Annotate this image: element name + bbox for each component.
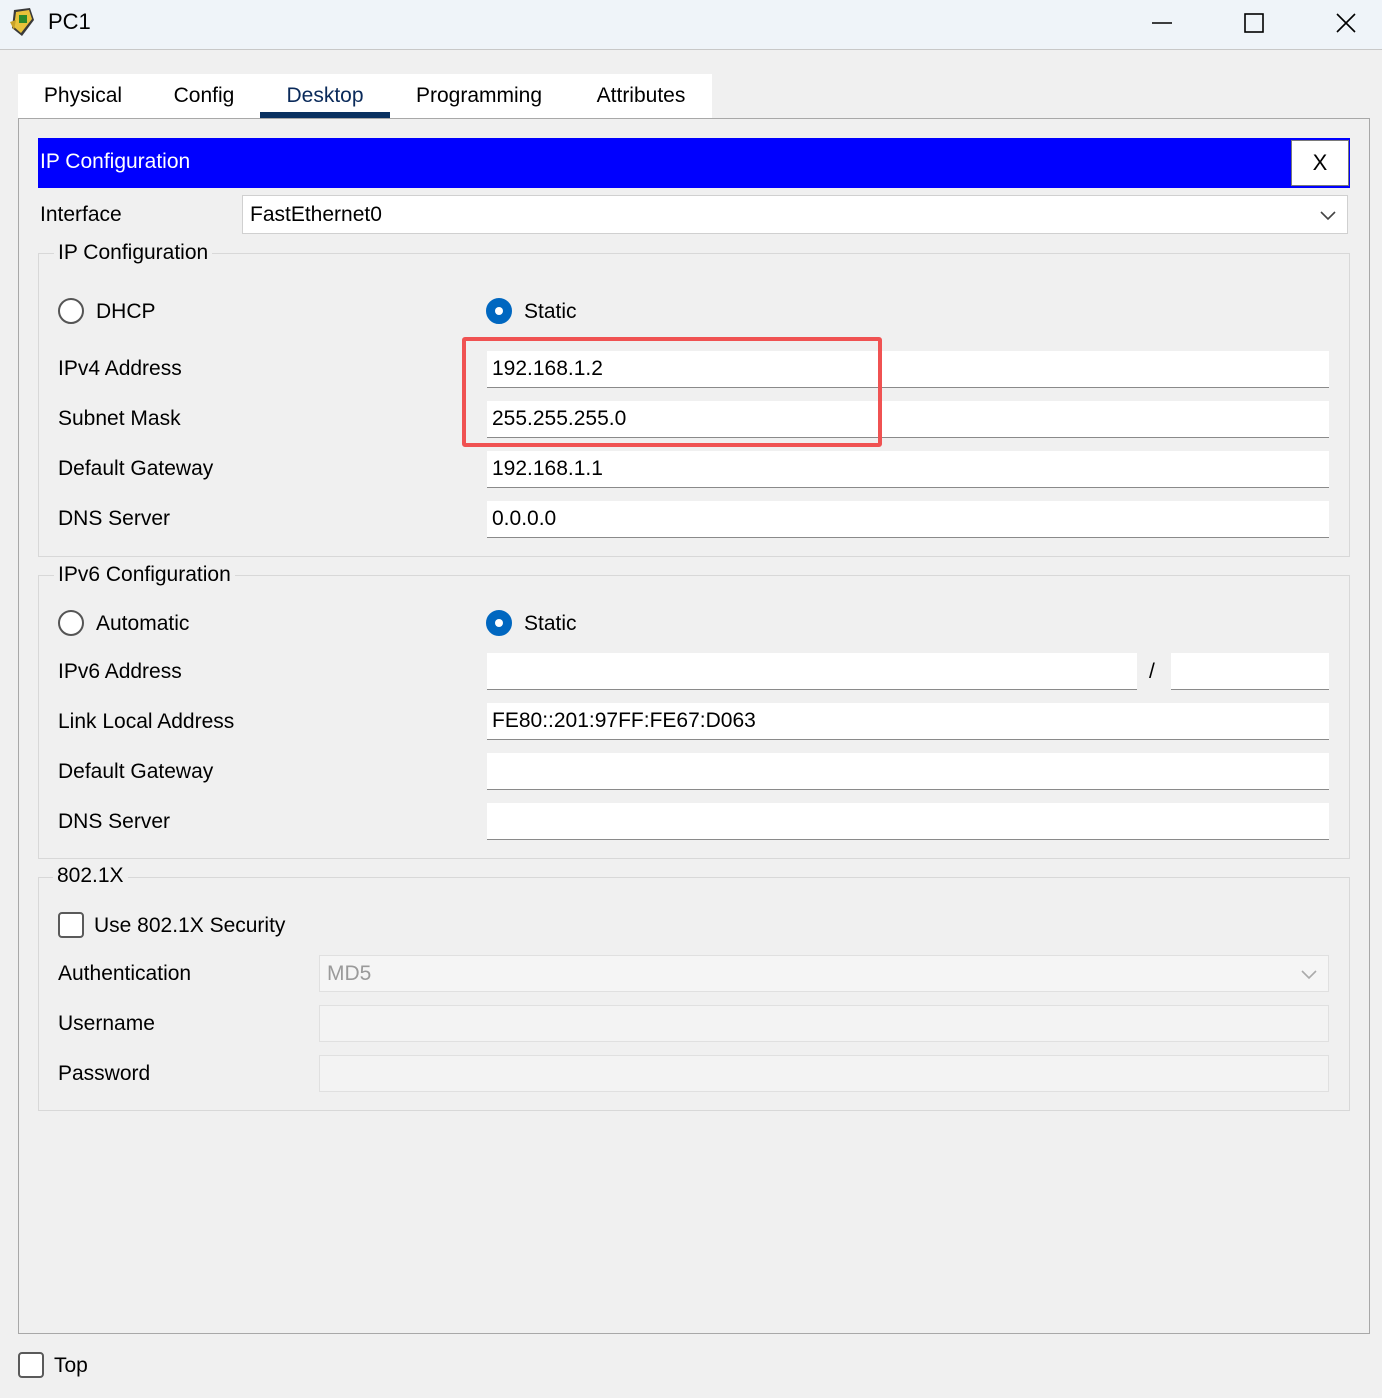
interface-label: Interface (40, 203, 122, 226)
ip-config-title: IP Configuration (40, 150, 191, 173)
close-icon (1336, 13, 1356, 33)
window-title: PC1 (48, 9, 91, 34)
close-window-button[interactable] (1300, 0, 1382, 46)
ipv6-static-label: Static (524, 612, 577, 635)
prefix-separator: / (1149, 660, 1155, 683)
ipv6-static-radio[interactable] (486, 610, 512, 636)
packet-tracer-pc-icon (8, 6, 38, 38)
top-label: Top (54, 1354, 88, 1377)
username-input[interactable] (319, 1005, 1329, 1042)
chevron-down-icon (1301, 969, 1317, 979)
top-checkbox[interactable] (18, 1352, 44, 1378)
dhcp-radio[interactable] (58, 298, 84, 324)
authentication-label: Authentication (58, 962, 192, 985)
tab-desktop[interactable]: Desktop (260, 74, 390, 118)
close-panel-button[interactable]: X (1291, 140, 1349, 186)
ipv6-prefix-input[interactable] (1171, 653, 1329, 690)
ipv6-dns-label: DNS Server (58, 810, 171, 833)
ipv6-legend: IPv6 Configuration (54, 563, 235, 587)
dhcp-label: DHCP (96, 300, 156, 323)
ipv6-address-label: IPv6 Address (58, 660, 182, 683)
ipv6-dns-input[interactable] (487, 803, 1329, 840)
subnet-mask-input[interactable]: 255.255.255.0 (487, 401, 1329, 438)
tab-programming[interactable]: Programming (398, 74, 560, 118)
password-label: Password (58, 1062, 151, 1085)
title-bar: PC1 (0, 0, 1382, 50)
dot1x-legend: 802.1X (53, 864, 128, 888)
subnet-mask-label: Subnet Mask (58, 407, 181, 430)
ipv4-static-radio[interactable] (486, 298, 512, 324)
maximize-button[interactable] (1208, 0, 1300, 46)
password-input[interactable] (319, 1055, 1329, 1092)
ipv6-gateway-label: Default Gateway (58, 760, 214, 783)
authentication-select[interactable]: MD5 (319, 955, 1329, 992)
link-local-input[interactable]: FE80::201:97FF:FE67:D063 (487, 703, 1329, 740)
use-8021x-label: Use 802.1X Security (94, 914, 286, 937)
ipv4-gateway-input[interactable]: 192.168.1.1 (487, 451, 1329, 488)
username-label: Username (58, 1012, 155, 1035)
ipv4-static-label: Static (524, 300, 577, 323)
ipv4-legend: IP Configuration (54, 241, 213, 265)
ipv4-dns-label: DNS Server (58, 507, 171, 530)
ipv4-address-label: IPv4 Address (58, 357, 182, 380)
interface-value: FastEthernet0 (250, 202, 382, 226)
ipv4-gateway-label: Default Gateway (58, 457, 214, 480)
ipv6-gateway-input[interactable] (487, 753, 1329, 790)
authentication-value: MD5 (327, 961, 372, 985)
ip-config-header: IP Configuration X (38, 138, 1350, 188)
link-local-label: Link Local Address (58, 710, 235, 733)
maximize-icon (1244, 13, 1264, 33)
tab-attributes[interactable]: Attributes (576, 74, 706, 118)
ipv6-address-input[interactable] (487, 653, 1137, 690)
chevron-down-icon (1320, 210, 1336, 220)
use-8021x-checkbox[interactable] (58, 912, 84, 938)
tab-config[interactable]: Config (148, 74, 260, 118)
minimize-icon (1152, 22, 1172, 24)
tab-physical[interactable]: Physical (18, 74, 148, 118)
interface-select[interactable]: FastEthernet0 (242, 195, 1348, 234)
ipv6-automatic-radio[interactable] (58, 610, 84, 636)
minimize-button[interactable] (1116, 0, 1208, 46)
ipv4-dns-input[interactable]: 0.0.0.0 (487, 501, 1329, 538)
ipv6-automatic-label: Automatic (96, 612, 190, 635)
tab-bar: Physical Config Desktop Programming Attr… (18, 74, 712, 118)
ipv4-address-input[interactable]: 192.168.1.2 (487, 351, 1329, 388)
